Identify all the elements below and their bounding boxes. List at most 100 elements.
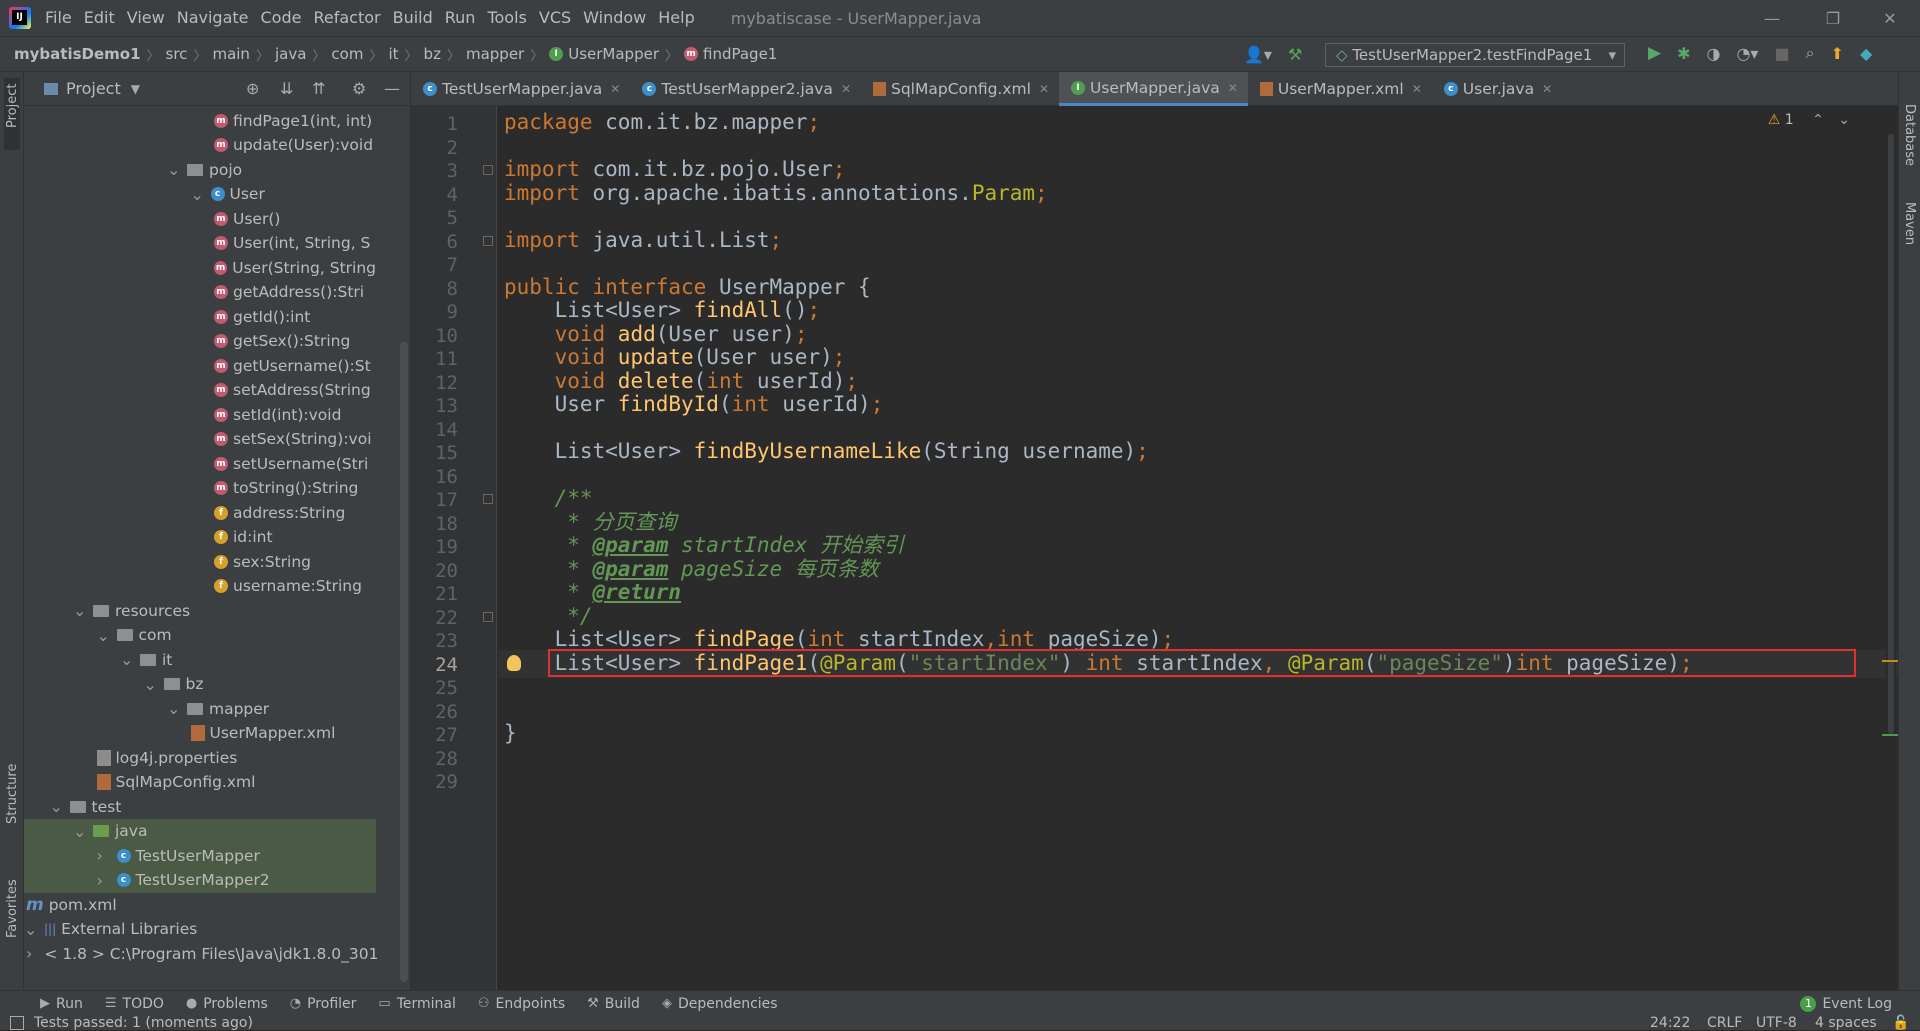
- tree-item[interactable]: f username:String: [24, 574, 376, 599]
- menu-code[interactable]: Code: [255, 0, 308, 36]
- indent-setting[interactable]: 4 spaces: [1815, 1015, 1877, 1031]
- tree-item[interactable]: ⌄ ||| External Libraries: [24, 917, 376, 942]
- close-icon[interactable]: ✕: [841, 82, 851, 96]
- favorites-tool-button[interactable]: Favorites: [5, 879, 20, 938]
- menu-vcs[interactable]: VCS: [533, 0, 577, 36]
- chevron-right-icon[interactable]: ›: [26, 944, 32, 963]
- minimize-icon[interactable]: —: [1744, 0, 1800, 36]
- tree-item[interactable]: › c TestUserMapper2: [24, 867, 376, 893]
- locate-icon[interactable]: ⊕: [246, 79, 259, 98]
- close-icon[interactable]: ✕: [610, 82, 620, 96]
- event-log-button[interactable]: 1 Event Log: [1800, 995, 1892, 1012]
- update-icon[interactable]: ⬆: [1831, 44, 1844, 63]
- lightbulb-icon[interactable]: [507, 654, 521, 671]
- editor-tab[interactable]: I UserMapper.java ✕: [1059, 72, 1248, 106]
- code-line[interactable]: User findById(int userId);: [504, 390, 884, 418]
- tree-item[interactable]: ⌄ com: [24, 623, 376, 648]
- toolbox-icon[interactable]: ◆: [1860, 44, 1872, 63]
- breadcrumb-item[interactable]: bz: [424, 45, 441, 63]
- fold-icon[interactable]: [483, 235, 493, 246]
- tree-item[interactable]: ⌄ java: [24, 818, 376, 844]
- close-icon[interactable]: ✕: [1412, 82, 1422, 96]
- database-tool-button[interactable]: Database: [1902, 104, 1917, 166]
- close-icon[interactable]: ✕: [1039, 82, 1049, 96]
- maven-tool-button[interactable]: Maven: [1902, 202, 1917, 245]
- breadcrumb-item[interactable]: mapper: [466, 45, 524, 63]
- code-editor[interactable]: 1 2 3 4 5 6 7 8 9 10 11 12 13 14 15 16 17 18 19 20 21 22 23 24 2…: [411, 106, 1898, 990]
- breadcrumb-item[interactable]: m findPage1: [684, 45, 777, 63]
- tree-item[interactable]: m getAddress():Stri: [24, 280, 376, 305]
- search-icon[interactable]: ⌕: [1806, 43, 1815, 63]
- chevron-down-icon[interactable]: ⌄: [50, 797, 64, 816]
- run-icon[interactable]: ▶: [1648, 43, 1661, 63]
- tree-scrollbar[interactable]: [400, 342, 408, 982]
- tree-item[interactable]: ⌄ resources: [24, 598, 376, 623]
- chevron-down-icon[interactable]: ⌄: [1838, 112, 1850, 128]
- chevron-up-icon[interactable]: ⌃: [1812, 112, 1824, 128]
- user-icon[interactable]: 👤▾: [1244, 45, 1272, 64]
- chevron-down-icon[interactable]: ▼: [131, 82, 140, 96]
- tree-item[interactable]: m pom.xml: [24, 892, 376, 917]
- chevron-right-icon[interactable]: ›: [97, 846, 111, 865]
- lock-icon[interactable]: 🔓: [1892, 1015, 1909, 1031]
- editor-scrollbar[interactable]: [1882, 134, 1898, 984]
- file-encoding[interactable]: UTF-8: [1756, 1015, 1797, 1031]
- panel-toggle-icon[interactable]: [10, 1016, 24, 1030]
- coverage-icon[interactable]: ◑: [1706, 44, 1720, 63]
- tool-window-profiler[interactable]: ◔ Profiler: [290, 996, 357, 1012]
- breadcrumb-item[interactable]: com: [331, 45, 363, 63]
- chevron-down-icon[interactable]: ⌄: [167, 699, 181, 718]
- gear-icon[interactable]: ⚙: [352, 79, 366, 98]
- debug-icon[interactable]: ✱: [1677, 44, 1690, 63]
- tree-item[interactable]: ⌄ pojo: [24, 157, 376, 182]
- tree-item[interactable]: f id:int: [24, 525, 376, 550]
- warning-indicator[interactable]: ⚠ 1 ⌃ ⌄: [1768, 112, 1850, 128]
- stop-icon[interactable]: ■: [1774, 44, 1789, 63]
- breadcrumb-item[interactable]: java: [275, 45, 306, 63]
- tool-window-endpoints[interactable]: ⚇ Endpoints: [478, 996, 565, 1012]
- hide-icon[interactable]: —: [384, 79, 400, 98]
- tree-item[interactable]: m toString():String: [24, 476, 376, 501]
- editor-tab[interactable]: UserMapper.xml ✕: [1248, 72, 1432, 106]
- menu-tools[interactable]: Tools: [481, 0, 532, 36]
- tree-item[interactable]: UserMapper.xml: [24, 721, 376, 746]
- tree-item[interactable]: › c TestUserMapper: [24, 843, 376, 868]
- tree-item[interactable]: m setSex(String):voi: [24, 427, 376, 452]
- chevron-down-icon[interactable]: ⌄: [167, 160, 181, 179]
- tool-window-problems[interactable]: ● Problems: [186, 996, 268, 1012]
- line-separator[interactable]: CRLF: [1707, 1015, 1742, 1031]
- code-line[interactable]: import org.apache.ibatis.annotations.Par…: [504, 179, 1048, 207]
- menu-build[interactable]: Build: [387, 0, 439, 36]
- breadcrumb-item[interactable]: main: [212, 45, 249, 63]
- close-icon[interactable]: ✕: [1542, 82, 1552, 96]
- menu-view[interactable]: View: [121, 0, 171, 36]
- menu-refactor[interactable]: Refactor: [307, 0, 386, 36]
- tree-item[interactable]: m findPage1(int, int): [24, 108, 376, 133]
- tree-item[interactable]: › < 1.8 > C:\Program Files\Java\jdk1.8.0_…: [24, 941, 379, 966]
- tree-item[interactable]: m setId(int):void: [24, 402, 376, 427]
- breadcrumb-item[interactable]: mybatisDemo1: [14, 45, 141, 63]
- project-tool-button[interactable]: Project: [5, 84, 20, 128]
- tree-item[interactable]: log4j.properties: [24, 745, 376, 770]
- fold-icon[interactable]: [483, 611, 493, 622]
- chevron-down-icon[interactable]: ⌄: [120, 650, 134, 669]
- tree-item[interactable]: m getSex():String: [24, 329, 376, 354]
- breadcrumb-item[interactable]: src: [166, 45, 188, 63]
- tool-window-terminal[interactable]: ▭ Terminal: [378, 996, 455, 1012]
- chevron-down-icon[interactable]: ⌄: [73, 822, 87, 841]
- tree-item[interactable]: ⌄ bz: [24, 672, 376, 697]
- breadcrumb-item[interactable]: it: [388, 45, 398, 63]
- fold-icon[interactable]: [483, 494, 493, 504]
- collapse-all-icon[interactable]: ⇈: [312, 79, 325, 98]
- menu-run[interactable]: Run: [439, 0, 482, 36]
- menu-file[interactable]: File: [39, 0, 78, 36]
- breadcrumb-item[interactable]: I UserMapper: [549, 45, 659, 63]
- tree-item[interactable]: ⌄ mapper: [24, 696, 376, 721]
- tree-item[interactable]: m setAddress(String: [24, 378, 376, 403]
- chevron-down-icon[interactable]: ⌄: [97, 626, 111, 645]
- tree-item[interactable]: m update(User):void: [24, 133, 376, 158]
- tree-item[interactable]: f address:String: [24, 500, 376, 525]
- menu-window[interactable]: Window: [577, 0, 652, 36]
- chevron-right-icon[interactable]: ›: [97, 871, 111, 890]
- tree-item[interactable]: m setUsername(Stri: [24, 451, 376, 476]
